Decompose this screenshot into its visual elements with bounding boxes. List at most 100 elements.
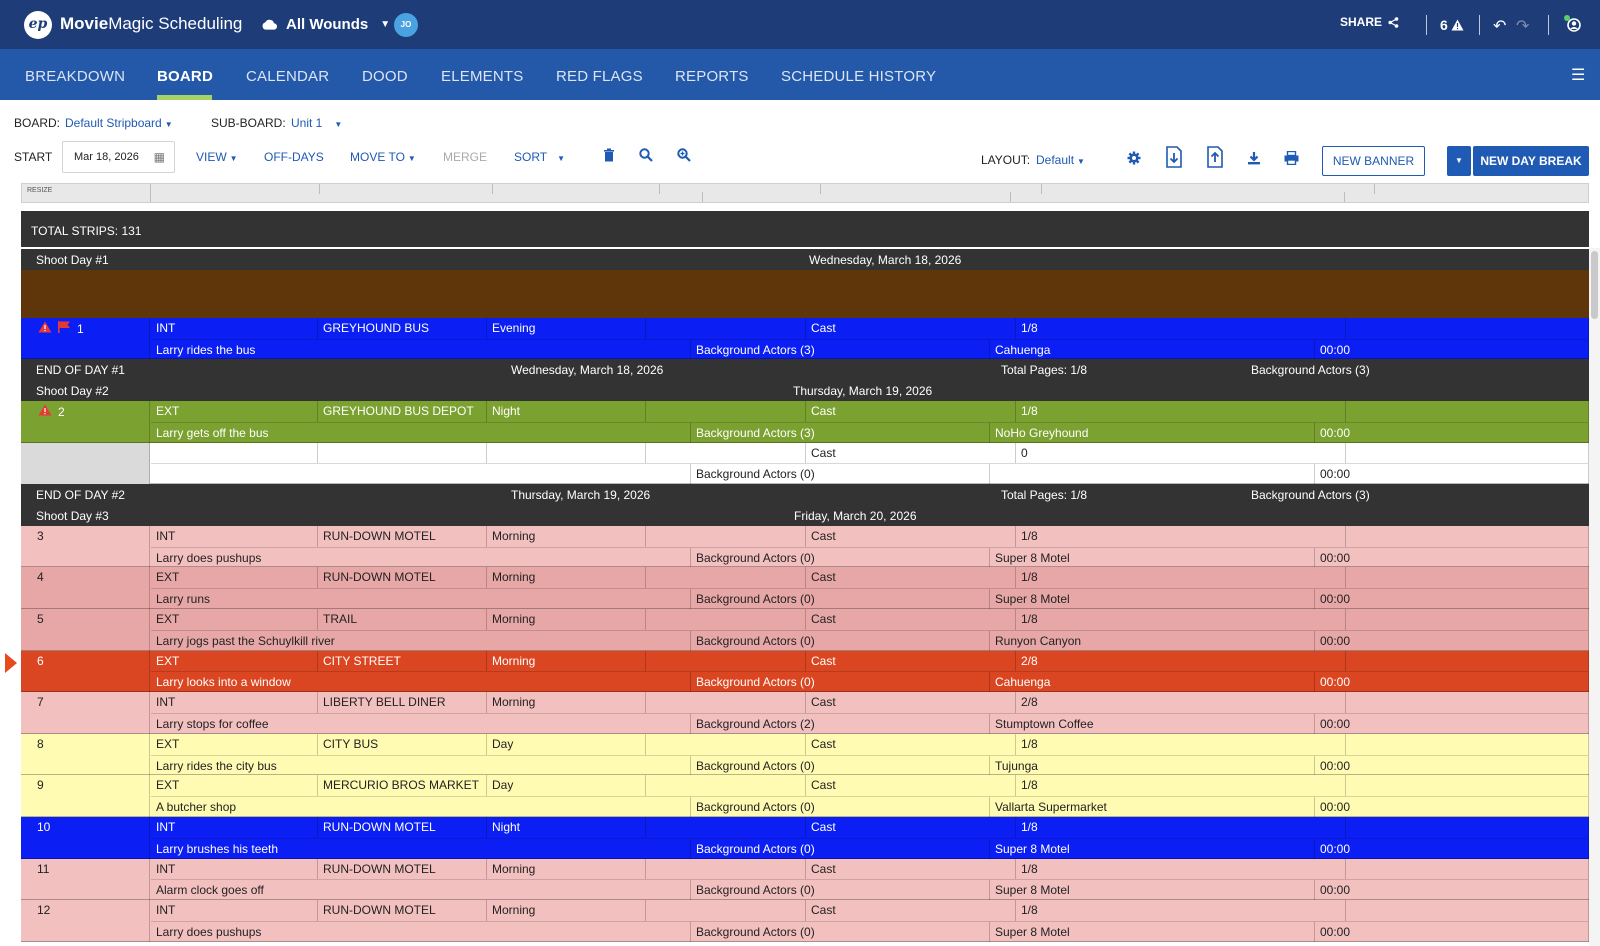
strip-cell-bg: Background Actors (0) xyxy=(691,671,990,693)
resize-handle[interactable] xyxy=(1344,192,1345,202)
user-avatar[interactable]: JO xyxy=(394,13,418,37)
gear-icon[interactable] xyxy=(1127,151,1141,170)
tab-schedule-history[interactable]: SCHEDULE HISTORY xyxy=(781,68,936,85)
strip-row[interactable]: 1 INT GREYHOUND BUS Evening Cast 1/8 Larry ri… xyxy=(21,317,1589,360)
tab-reports[interactable]: REPORTS xyxy=(675,68,749,85)
tab-board[interactable]: BOARD xyxy=(157,68,213,85)
view-menu[interactable]: VIEW ▼ xyxy=(196,150,238,164)
banner-strip[interactable] xyxy=(21,269,1589,318)
resize-handle[interactable] xyxy=(1010,192,1011,202)
resize-handle[interactable] xyxy=(1374,184,1375,194)
calendar-icon[interactable]: ▦ xyxy=(154,150,165,164)
strip-row[interactable]: 8 EXT CITY BUS Day Cast 1/8 Larry rides the ci… xyxy=(21,733,1589,776)
tab-dood[interactable]: DOOD xyxy=(362,68,408,85)
new-day-break-dropdown[interactable]: ▼ xyxy=(1447,146,1471,176)
board-selector[interactable]: Default Stripboard ▼ xyxy=(65,116,173,130)
warning-icon xyxy=(1451,19,1464,31)
strip-cell-bg: Background Actors (3) xyxy=(691,338,990,360)
tab-breakdown[interactable]: BREAKDOWN xyxy=(25,68,125,85)
strip-cell-empty xyxy=(1346,900,1589,921)
move-to-menu[interactable]: MOVE TO ▼ xyxy=(350,150,416,164)
strip-cell-loc: Super 8 Motel xyxy=(990,920,1315,942)
strip-cell-empty xyxy=(1346,608,1589,630)
end-of-day-row[interactable]: END OF DAY #1 Wednesday, March 18, 2026 … xyxy=(21,359,1589,381)
strip-cell-desc xyxy=(151,463,691,485)
sort-menu[interactable]: SORT ▼ xyxy=(514,150,565,164)
import-icon[interactable] xyxy=(1165,146,1183,173)
strip-row[interactable]: 2 EXT GREYHOUND BUS DEPOT Night Cast 1/8 Larr… xyxy=(21,400,1589,443)
menu-icon[interactable]: ☰ xyxy=(1571,65,1585,85)
resize-handle[interactable] xyxy=(492,184,493,194)
search-icon[interactable] xyxy=(639,148,653,167)
export-icon[interactable] xyxy=(1206,146,1224,173)
strip-row[interactable]: 12 INT RUN-DOWN MOTEL Morning Cast 1/8 Larry d… xyxy=(21,900,1589,942)
resize-handle[interactable] xyxy=(1041,184,1042,194)
resize-handle[interactable] xyxy=(820,184,821,194)
start-label: START xyxy=(14,150,53,164)
merge-button[interactable]: MERGE xyxy=(443,150,487,164)
account-icon[interactable] xyxy=(1563,14,1583,39)
strip-row[interactable]: 7 INT LIBERTY BELL DINER Morning Cast 2/8 Larr… xyxy=(21,692,1589,734)
scrollbar-thumb[interactable] xyxy=(1591,251,1598,319)
strip-cell-bg: Background Actors (0) xyxy=(691,546,990,568)
strip-cell-desc: Larry does pushups xyxy=(151,546,691,568)
end-of-day-row[interactable]: END OF DAY #2 Thursday, March 19, 2026 T… xyxy=(21,484,1589,505)
new-banner-button[interactable]: NEW BANNER xyxy=(1322,146,1425,176)
undo-icon[interactable]: ↶ xyxy=(1493,16,1506,36)
strip-row[interactable]: 5 EXT TRAIL Morning Cast 1/8 Larry jogs past t… xyxy=(21,608,1589,651)
strip-row[interactable]: 6 EXT CITY STREET Morning Cast 2/8 Larry looks… xyxy=(21,650,1589,693)
day-header[interactable]: Shoot Day #2 Thursday, March 19, 2026 xyxy=(21,380,1589,401)
project-selector[interactable]: All Wounds ▼ xyxy=(262,16,390,33)
strip-row[interactable]: 11 INT RUN-DOWN MOTEL Morning Cast 1/8 Alarm c… xyxy=(21,858,1589,901)
strip-row[interactable]: 9 EXT MERCURIO BROS MARKET Day Cast 1/8 A butc… xyxy=(21,775,1589,817)
day-header[interactable]: Shoot Day #3 Friday, March 20, 2026 xyxy=(21,504,1589,526)
off-days-button[interactable]: OFF-DAYS xyxy=(264,150,324,164)
start-date-field[interactable]: Mar 18, 2026 ▦ xyxy=(62,141,175,173)
strip-cell-set: RUN-DOWN MOTEL xyxy=(318,900,487,921)
strip-cell-empty xyxy=(646,733,806,755)
strip-cell-empty xyxy=(646,775,806,797)
strip-cell-cast: Cast xyxy=(806,608,1016,630)
download-icon[interactable] xyxy=(1247,151,1261,170)
strip-cell-empty xyxy=(646,442,806,464)
strip-cell-empty xyxy=(646,567,806,589)
column-resize-bar[interactable]: RESIZE xyxy=(21,183,1589,203)
tab-calendar[interactable]: CALENDAR xyxy=(246,68,329,85)
tab-red-flags[interactable]: RED FLAGS xyxy=(556,68,643,85)
strip-cell-ie: EXT xyxy=(151,733,318,755)
strip-row[interactable]: 10 INT RUN-DOWN MOTEL Night Cast 1/8 Larry bru… xyxy=(21,816,1589,859)
strip-cell-ie: EXT xyxy=(151,400,318,422)
strip-row[interactable]: Cast 0 Background Actors (0) 00:00 xyxy=(21,442,1589,485)
resize-handle[interactable] xyxy=(150,184,151,202)
new-day-break-button[interactable]: NEW DAY BREAK xyxy=(1473,146,1589,176)
strip-cell-dur: 00:00 xyxy=(1315,421,1589,443)
day-header[interactable]: Shoot Day #1 Wednesday, March 18, 2026 xyxy=(21,249,1589,270)
board-scrollbar[interactable] xyxy=(1589,248,1600,946)
warnings-button[interactable]: 6 xyxy=(1440,17,1464,33)
chevron-down-icon: ▼ xyxy=(1455,156,1463,165)
trash-icon[interactable] xyxy=(603,148,615,167)
resize-handle[interactable] xyxy=(659,184,660,194)
tab-elements[interactable]: ELEMENTS xyxy=(441,68,523,85)
strip-row[interactable]: 3 INT RUN-DOWN MOTEL Morning Cast 1/8 Larry do… xyxy=(21,525,1589,568)
share-button[interactable]: SHARE xyxy=(1340,15,1399,29)
strip-cell-loc: Super 8 Motel xyxy=(990,546,1315,568)
strip-cell-dur: 00:00 xyxy=(1315,796,1589,817)
strip-cell-time: Night xyxy=(487,400,646,422)
zoom-in-icon[interactable] xyxy=(677,148,691,167)
redo-icon[interactable]: ↷ xyxy=(1516,16,1529,36)
strip-cell-bg: Background Actors (0) xyxy=(691,629,990,651)
strip-cell-dur: 00:00 xyxy=(1315,463,1589,485)
strip-cell-pages: 2/8 xyxy=(1016,650,1346,672)
resize-handle[interactable] xyxy=(319,184,320,194)
strip-cell-ie: INT xyxy=(151,525,318,547)
layout-selector[interactable]: Default ▼ xyxy=(1036,153,1085,167)
subboard-selector[interactable]: Unit 1 ▼ xyxy=(291,116,342,130)
strip-cell-set: RUN-DOWN MOTEL xyxy=(318,816,487,838)
app-logo[interactable]: ep xyxy=(24,11,52,39)
resize-handle[interactable] xyxy=(702,192,703,202)
strip-cell-empty xyxy=(1346,858,1589,880)
strip-cell-loc: Super 8 Motel xyxy=(990,879,1315,901)
strip-row[interactable]: 4 EXT RUN-DOWN MOTEL Morning Cast 1/8 Larry ru… xyxy=(21,567,1589,609)
print-icon[interactable] xyxy=(1284,150,1299,170)
